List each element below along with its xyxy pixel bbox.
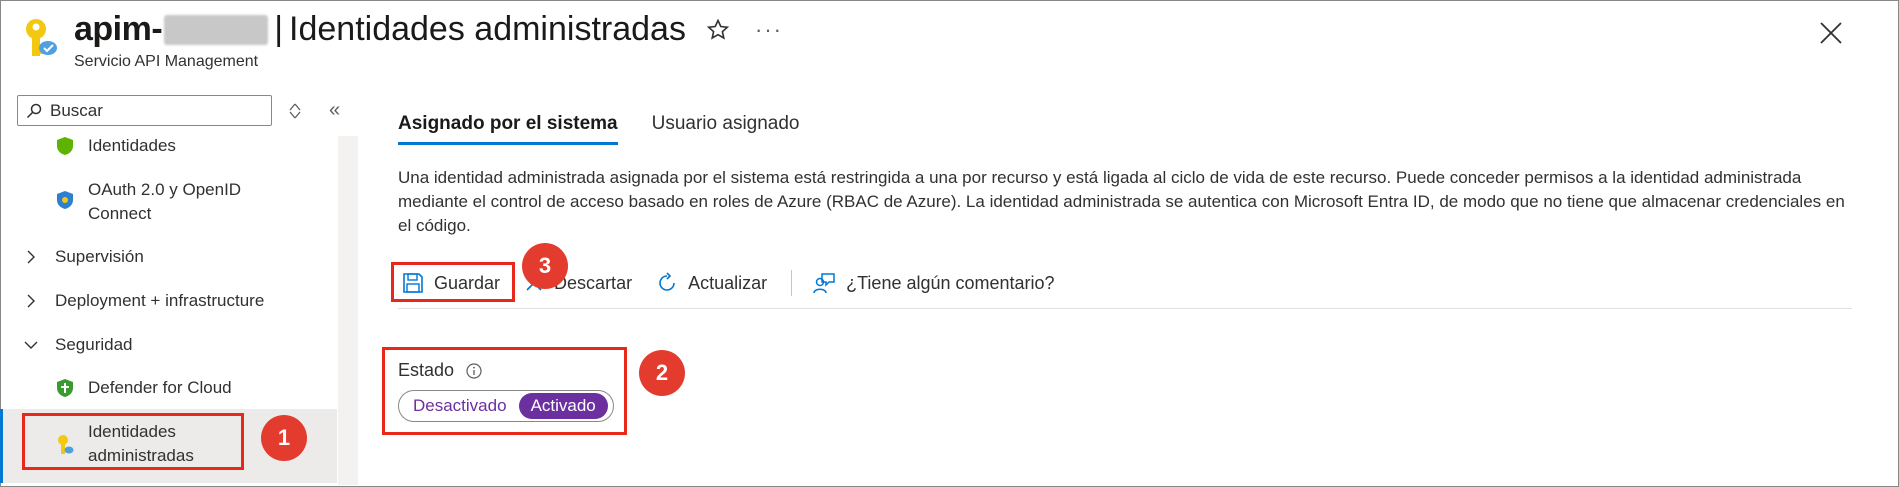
shield-icon	[57, 191, 73, 209]
key-cloud-icon	[26, 19, 57, 56]
sidebar-item-label: Identidades	[88, 136, 176, 155]
tab-system-assigned[interactable]: Asignado por el sistema	[398, 113, 618, 145]
page-subtitle: Servicio API Management	[74, 53, 259, 70]
defender-shield-icon	[57, 379, 73, 397]
sidebar-search[interactable]	[17, 95, 272, 126]
sort-icon[interactable]	[288, 103, 302, 119]
feedback-label: ¿Tiene algún comentario?	[846, 272, 1055, 293]
search-icon	[26, 103, 42, 118]
highlight-save	[391, 262, 515, 302]
sidebar-scrollbar[interactable]	[338, 136, 358, 485]
chevron-right-icon	[27, 294, 35, 308]
sidebar-item-label: Defender for Cloud	[88, 378, 232, 397]
close-icon[interactable]	[1818, 20, 1844, 46]
title-separator: |	[274, 10, 284, 48]
search-input[interactable]	[48, 99, 252, 122]
description-text: Una identidad administrada asignada por …	[398, 168, 1845, 235]
highlight-managed-identities	[22, 413, 244, 470]
sidebar-group-label: Deployment + infrastructure	[55, 291, 265, 310]
toolbar-divider	[791, 270, 793, 296]
favorite-star-icon[interactable]	[706, 18, 730, 42]
feedback-button[interactable]: ¿Tiene algún comentario?	[812, 272, 1055, 294]
redacted-resource-name	[164, 14, 269, 45]
sidebar-group-label: Seguridad	[55, 335, 133, 354]
sidebar-group-label: Supervisión	[55, 247, 144, 266]
identity-tabs: Asignado por el sistema Usuario asignado	[398, 113, 834, 145]
selected-nav-indicator	[0, 409, 3, 483]
step-badge-2: 2	[639, 350, 685, 396]
tab-user-assigned[interactable]: Usuario asignado	[652, 113, 800, 145]
page-title: Identidades administradas	[289, 10, 686, 48]
collapse-sidebar-icon[interactable]: «	[329, 100, 349, 120]
refresh-icon	[659, 272, 675, 291]
refresh-label: Actualizar	[688, 272, 768, 293]
highlight-status	[382, 347, 627, 435]
resource-name: apim-	[74, 10, 163, 48]
sidebar-item-label-line2: Connect	[88, 204, 152, 223]
step-badge-3: 3	[522, 243, 568, 289]
toolbar-separator	[398, 308, 1852, 309]
shield-icon	[57, 137, 73, 155]
step-badge-1: 1	[261, 415, 307, 461]
sidebar-item-label: OAuth 2.0 y OpenID	[88, 180, 242, 199]
page-header: apim- | Identidades administradas	[74, 10, 686, 49]
more-options-icon[interactable]: ···	[755, 18, 783, 42]
refresh-button[interactable]: Actualizar	[656, 272, 767, 294]
chevron-right-icon	[27, 250, 35, 264]
chevron-down-icon	[24, 341, 38, 349]
feedback-person-icon	[813, 273, 835, 294]
